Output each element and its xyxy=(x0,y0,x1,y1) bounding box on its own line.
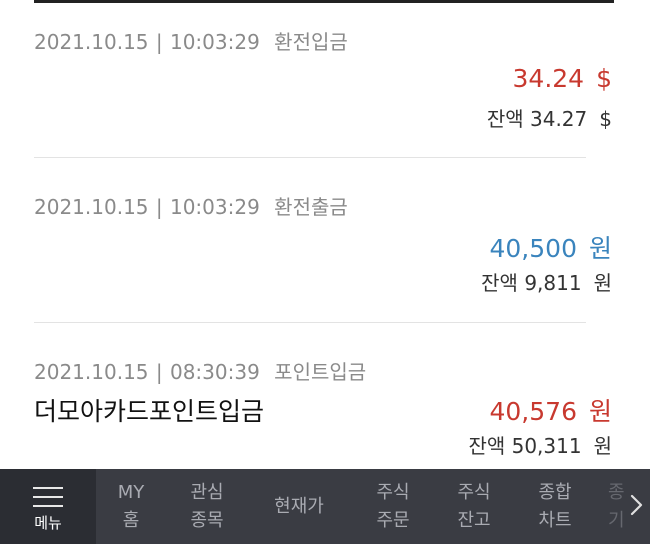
list-divider xyxy=(34,157,586,158)
transaction-date: 2021.10.15 xyxy=(34,30,149,54)
transaction-type: 환전입금 xyxy=(274,30,348,54)
nav-label-line2: 주문 xyxy=(376,509,410,531)
transaction-date: 2021.10.15 xyxy=(34,195,149,219)
balance-label: 잔액 xyxy=(468,434,506,458)
transaction-time: 10:03:29 xyxy=(169,195,260,219)
nav-label-line1: 주식 xyxy=(376,481,410,503)
balance-value: 34.27 xyxy=(530,107,588,131)
list-divider xyxy=(34,322,586,323)
balance-label: 잔액 xyxy=(486,107,524,131)
transaction-item[interactable]: 2021.10.15 | 08:30:39 포인트입금 더모아카드포인트입금 4… xyxy=(34,352,614,462)
transaction-balance: 잔액 34.27 $ xyxy=(487,103,612,132)
transaction-meta: 2021.10.15 | 10:03:29 환전출금 xyxy=(34,191,348,220)
balance-unit: 원 xyxy=(593,434,612,458)
nav-label-line2: 잔고 xyxy=(457,509,491,531)
amount-value: 40,576 xyxy=(489,397,577,426)
transaction-amount: 34.24 $ xyxy=(513,64,612,93)
nav-label-line2: 차트 xyxy=(538,509,572,531)
meta-separator: | xyxy=(155,30,163,54)
balance-value: 50,311 xyxy=(511,434,582,458)
amount-unit: $ xyxy=(596,64,612,93)
nav-item-partial[interactable]: 종 기 xyxy=(608,469,628,544)
balance-value: 9,811 xyxy=(524,271,582,295)
transaction-time: 10:03:29 xyxy=(169,30,260,54)
amount-unit: 원 xyxy=(588,397,612,426)
nav-item-stock-order[interactable]: 주식 주문 xyxy=(362,469,424,544)
transaction-balance: 잔액 9,811 원 xyxy=(481,267,612,296)
bottom-nav: 메뉴 MY 홈 관심 종목 현재가 주식 주문 주식 잔고 종합 차트 종 기 xyxy=(0,469,650,544)
nav-item-stock-balance[interactable]: 주식 잔고 xyxy=(443,469,505,544)
hamburger-icon xyxy=(33,487,63,507)
transaction-time: 08:30:39 xyxy=(169,360,260,384)
chevron-right-icon[interactable] xyxy=(628,494,644,516)
menu-button[interactable]: 메뉴 xyxy=(0,469,96,544)
nav-label-line1: 현재가 xyxy=(274,495,324,517)
balance-label: 잔액 xyxy=(481,271,518,295)
transaction-description: 더모아카드포인트입금 xyxy=(34,397,265,426)
amount-value: 40,500 xyxy=(489,234,577,263)
nav-label-line1: 종 xyxy=(608,481,625,503)
nav-label-line1: 주식 xyxy=(457,481,491,503)
nav-label-line2: 홈 xyxy=(122,509,140,531)
nav-item-current-price[interactable]: 현재가 xyxy=(258,469,340,544)
nav-item-chart[interactable]: 종합 차트 xyxy=(524,469,586,544)
amount-value: 34.24 xyxy=(512,64,585,93)
transaction-balance: 잔액 50,311 원 xyxy=(468,430,612,459)
nav-label-line1: 종합 xyxy=(538,481,572,503)
transaction-amount: 40,576 원 xyxy=(490,392,613,428)
transaction-item[interactable]: 2021.10.15 | 10:03:29 환전출금 40,500 원 잔액 9,… xyxy=(34,187,614,323)
transaction-item[interactable]: 2021.10.15 | 10:03:29 환전입금 34.24 $ 잔액 34.… xyxy=(34,22,614,158)
transaction-date: 2021.10.15 xyxy=(34,360,149,384)
transaction-type: 포인트입금 xyxy=(274,360,367,384)
list-top-border xyxy=(34,0,614,3)
nav-label-line2: 종목 xyxy=(190,509,224,531)
meta-separator: | xyxy=(155,360,163,384)
balance-unit: 원 xyxy=(593,271,612,295)
nav-label-line2: 기 xyxy=(608,509,625,531)
nav-item-my-home[interactable]: MY 홈 xyxy=(100,469,162,544)
balance-unit: $ xyxy=(599,107,612,131)
nav-label-line1: 관심 xyxy=(190,481,224,503)
meta-separator: | xyxy=(155,195,163,219)
amount-unit: 원 xyxy=(588,234,612,263)
nav-item-watchlist[interactable]: 관심 종목 xyxy=(176,469,238,544)
transaction-meta: 2021.10.15 | 08:30:39 포인트입금 xyxy=(34,356,366,385)
nav-label-line1: MY xyxy=(117,481,145,503)
transaction-amount: 40,500 원 xyxy=(490,229,613,265)
menu-label: 메뉴 xyxy=(34,514,62,532)
transaction-meta: 2021.10.15 | 10:03:29 환전입금 xyxy=(34,26,348,55)
transaction-type: 환전출금 xyxy=(274,195,348,219)
